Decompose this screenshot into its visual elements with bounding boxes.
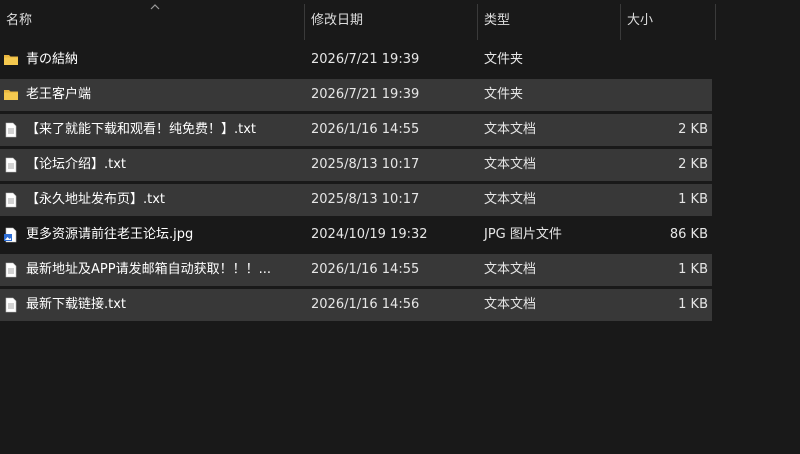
file-date: 2025/8/13 10:17 bbox=[311, 157, 420, 172]
folder-icon bbox=[4, 55, 18, 65]
folder-icon bbox=[4, 90, 18, 100]
file-name: 【论坛介绍】.txt bbox=[26, 157, 127, 172]
column-header-name[interactable]: 名称 bbox=[0, 4, 305, 40]
sort-ascending-icon bbox=[150, 4, 160, 10]
column-header-type-label: 类型 bbox=[484, 13, 511, 28]
file-name: 【来了就能下载和观看！纯免费！】.txt bbox=[26, 122, 257, 137]
file-name: 【永久地址发布页】.txt bbox=[26, 192, 166, 207]
file-name: 老王客户端 bbox=[26, 87, 92, 102]
file-row[interactable]: 最新下载链接.txt 2026/1/16 14:56 文本文档 1 KB bbox=[0, 289, 712, 321]
file-size: 1 KB bbox=[678, 192, 708, 207]
column-header-size-label: 大小 bbox=[627, 13, 654, 28]
file-size: 86 KB bbox=[669, 227, 708, 242]
column-header-date-label: 修改日期 bbox=[311, 13, 364, 28]
file-type: 文本文档 bbox=[484, 157, 537, 172]
file-type: JPG 图片文件 bbox=[484, 227, 562, 242]
file-name: 更多资源请前往老王论坛.jpg bbox=[26, 227, 194, 242]
file-type: 文件夹 bbox=[484, 87, 524, 102]
text-file-icon bbox=[5, 297, 17, 313]
file-size: 1 KB bbox=[678, 262, 708, 277]
file-row[interactable]: 老王客户端 2026/7/21 19:39 文件夹 bbox=[0, 79, 712, 111]
image-file-icon bbox=[4, 227, 17, 243]
file-date: 2024/10/19 19:32 bbox=[311, 227, 428, 242]
file-size: 2 KB bbox=[678, 122, 708, 137]
text-file-icon bbox=[5, 122, 17, 138]
file-type: 文件夹 bbox=[484, 52, 524, 67]
file-size: 2 KB bbox=[678, 157, 708, 172]
file-date: 2026/7/21 19:39 bbox=[311, 52, 420, 67]
file-type: 文本文档 bbox=[484, 192, 537, 207]
file-row[interactable]: 【来了就能下载和观看！纯免费！】.txt 2026/1/16 14:55 文本文… bbox=[0, 114, 712, 146]
file-type: 文本文档 bbox=[484, 297, 537, 312]
file-date: 2026/1/16 14:56 bbox=[311, 297, 420, 312]
column-header-name-label: 名称 bbox=[6, 13, 33, 28]
file-date: 2026/1/16 14:55 bbox=[311, 262, 420, 277]
file-row[interactable]: 更多资源请前往老王论坛.jpg 2024/10/19 19:32 JPG 图片文… bbox=[0, 219, 712, 251]
text-file-icon bbox=[5, 262, 17, 278]
file-date: 2026/7/21 19:39 bbox=[311, 87, 420, 102]
column-header-bar: 名称 修改日期 类型 大小 bbox=[0, 0, 800, 40]
file-row[interactable]: 【论坛介绍】.txt 2025/8/13 10:17 文本文档 2 KB bbox=[0, 149, 712, 181]
file-row[interactable]: 【永久地址发布页】.txt 2025/8/13 10:17 文本文档 1 KB bbox=[0, 184, 712, 216]
column-header-type[interactable]: 类型 bbox=[478, 4, 621, 40]
file-row[interactable]: 最新地址及APP请发邮箱自动获取！！！... 2026/1/16 14:55 文… bbox=[0, 254, 712, 286]
file-row[interactable]: 青の結納 2026/7/21 19:39 文件夹 bbox=[0, 44, 712, 76]
file-name: 最新地址及APP请发邮箱自动获取！！！... bbox=[26, 262, 271, 277]
text-file-icon bbox=[5, 157, 17, 173]
file-type: 文本文档 bbox=[484, 262, 537, 277]
file-name: 最新下载链接.txt bbox=[26, 297, 127, 312]
column-header-date[interactable]: 修改日期 bbox=[305, 4, 478, 40]
file-date: 2026/1/16 14:55 bbox=[311, 122, 420, 137]
file-type: 文本文档 bbox=[484, 122, 537, 137]
file-date: 2025/8/13 10:17 bbox=[311, 192, 420, 207]
column-header-size[interactable]: 大小 bbox=[621, 4, 716, 40]
file-size: 1 KB bbox=[678, 297, 708, 312]
file-name: 青の結納 bbox=[26, 52, 79, 67]
text-file-icon bbox=[5, 192, 17, 208]
